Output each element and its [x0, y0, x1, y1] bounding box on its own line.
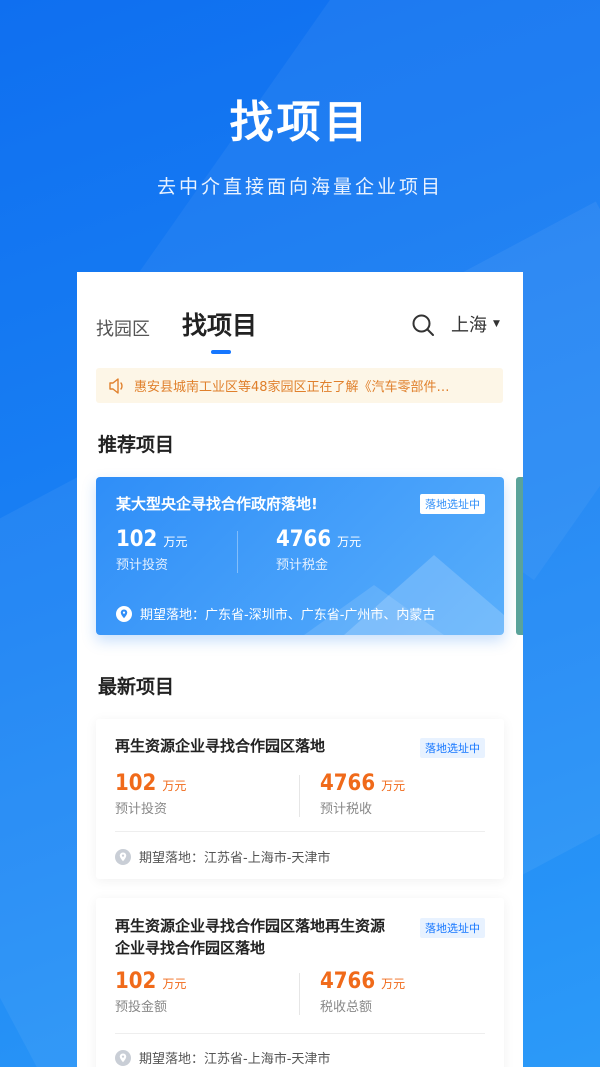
- invest-label: 预计投资: [115, 802, 168, 817]
- notice-text: 惠安县城南工业区等48家园区正在了解《汽车零部件…: [134, 380, 450, 395]
- tab-find-park[interactable]: 找园区: [96, 315, 150, 341]
- tax-label: 预计税收: [320, 802, 373, 817]
- tax-value: 4766: [276, 527, 332, 552]
- tax-value: 4766: [320, 969, 376, 994]
- invest-block: 102 万元 预计投资: [115, 771, 186, 817]
- invest-block: 102 万元 预投金额: [115, 969, 186, 1015]
- active-tab-indicator: [211, 350, 231, 354]
- invest-value: 102: [115, 771, 157, 796]
- dropdown-caret-icon: ▼: [493, 319, 500, 329]
- location-row: 期望落地：江苏省-上海市-天津市: [115, 1048, 330, 1067]
- tax-block: 4766 万元 预计税金: [276, 527, 361, 573]
- status-badge: 落地选址中: [420, 918, 485, 938]
- project-list-item[interactable]: 再生资源企业寻找合作园区落地再生资源企业寻找合作园区落地 落地选址中 102 万元…: [96, 898, 504, 1067]
- recommended-project-card[interactable]: 某大型央企寻找合作政府落地! 落地选址中 102 万元 预计投资 4766 万元 预…: [96, 477, 504, 635]
- notice-bar[interactable]: 惠安县城南工业区等48家园区正在了解《汽车零部件…: [96, 368, 503, 403]
- city-label: 上海: [451, 315, 487, 336]
- project-title: 再生资源企业寻找合作园区落地: [115, 737, 326, 755]
- status-badge: 落地选址中: [420, 738, 485, 758]
- tax-unit: 万元: [337, 535, 362, 549]
- tab-bar: 找园区 找项目 上海 ▼: [96, 306, 503, 354]
- location-icon: [115, 848, 131, 865]
- invest-label: 预投金额: [115, 1000, 168, 1015]
- hero-subtitle: 去中介直接面向海量企业项目: [156, 176, 443, 198]
- invest-value: 102: [116, 527, 158, 552]
- city-selector[interactable]: 上海 ▼: [451, 311, 500, 337]
- project-title: 再生资源企业寻找合作园区落地再生资源企业寻找合作园区落地: [115, 917, 386, 957]
- location-text: 期望落地：广东省-深圳市、广东省-广州市、内蒙古: [140, 608, 436, 623]
- divider: [237, 531, 238, 573]
- divider: [299, 973, 300, 1015]
- tax-label: 预计税金: [276, 558, 329, 573]
- invest-value: 102: [115, 969, 157, 994]
- divider: [299, 775, 300, 817]
- section-title-latest: 最新项目: [98, 676, 175, 698]
- location-text: 期望落地：江苏省-上海市-天津市: [139, 851, 331, 866]
- tax-label: 税收总额: [320, 1000, 373, 1015]
- location-text: 期望落地：江苏省-上海市-天津市: [139, 1052, 331, 1067]
- invest-unit: 万元: [163, 535, 188, 549]
- project-list-item[interactable]: 再生资源企业寻找合作园区落地 落地选址中 102 万元 预计投资 4766 万元 预…: [96, 719, 504, 879]
- status-badge: 落地选址中: [420, 494, 485, 514]
- invest-unit: 万元: [162, 779, 187, 793]
- tax-block: 4766 万元 税收总额: [320, 969, 405, 1015]
- project-title: 某大型央企寻找合作政府落地!: [116, 495, 318, 513]
- location-icon: [115, 1049, 131, 1066]
- tax-value: 4766: [320, 771, 376, 796]
- tax-unit: 万元: [381, 977, 406, 991]
- tax-unit: 万元: [381, 779, 406, 793]
- hero-title: 找项目: [229, 97, 371, 148]
- invest-label: 预计投资: [116, 558, 169, 573]
- section-title-recommended: 推荐项目: [98, 434, 175, 456]
- next-recommended-card-peek[interactable]: [516, 477, 523, 635]
- location-row: 期望落地：江苏省-上海市-天津市: [115, 847, 330, 866]
- invest-unit: 万元: [162, 977, 187, 991]
- location-icon: [116, 605, 132, 622]
- app-card: 找园区 找项目 上海 ▼ 惠安县城南工业区等48家园区正在了解《汽车零部件… 推…: [77, 272, 523, 1067]
- location-row: 期望落地：广东省-深圳市、广东省-广州市、内蒙古: [116, 604, 435, 623]
- search-icon[interactable]: [410, 312, 436, 338]
- tax-block: 4766 万元 预计税收: [320, 771, 405, 817]
- speaker-icon: [109, 377, 123, 394]
- invest-block: 102 万元 预计投资: [116, 527, 187, 573]
- tab-find-project[interactable]: 找项目: [182, 306, 257, 342]
- divider: [115, 831, 485, 832]
- divider: [115, 1033, 485, 1034]
